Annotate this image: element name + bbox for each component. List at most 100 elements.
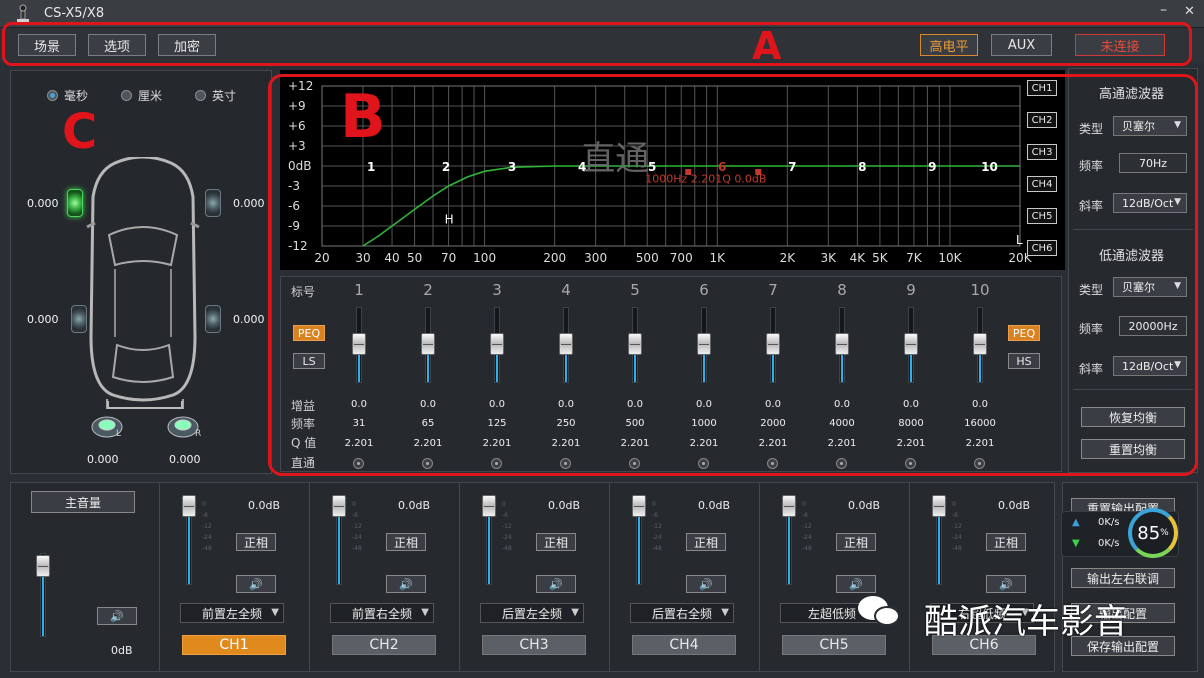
tick-label: -6 [202, 512, 208, 519]
chevron-down-icon: ▼ [571, 607, 579, 618]
phase-button[interactable]: 正相 [986, 533, 1026, 551]
mute-button[interactable]: 🔊 [836, 575, 876, 593]
channel-db: 0.0dB [848, 499, 881, 512]
unit-radio-cm[interactable]: 厘米 [121, 87, 162, 104]
mute-button[interactable]: 🔊 [686, 575, 726, 593]
speaker-icon: 🔊 [110, 609, 124, 623]
tick-label: 0 [652, 501, 656, 508]
tick-label: -6 [352, 512, 358, 519]
mute-button[interactable]: 🔊 [236, 575, 276, 593]
channel-select-ch4[interactable]: CH4 [632, 635, 736, 655]
channel-type-value: 后置左全频 [501, 606, 562, 621]
front-right-speaker-icon[interactable] [205, 189, 221, 217]
net-percent: 85 [1137, 522, 1161, 544]
tick-label: -12 [502, 523, 512, 530]
sub-left-tag: L [116, 429, 122, 439]
mute-button[interactable]: 🔊 [386, 575, 426, 593]
speaker-icon: 🔊 [699, 577, 713, 591]
volume-ticks: 0 -6 -12 -24 -48 [802, 499, 816, 554]
chevron-down-icon: ▼ [271, 607, 279, 618]
master-mute-button[interactable]: 🔊 [97, 607, 137, 625]
channel-select-ch3[interactable]: CH3 [482, 635, 586, 655]
rear-right-speaker-icon[interactable] [205, 305, 221, 333]
unit-label: 厘米 [138, 89, 163, 103]
channel-volume-knob[interactable] [182, 495, 196, 517]
tick-label: -12 [352, 523, 362, 530]
radio-dot [121, 90, 132, 101]
slider-fill [938, 512, 940, 584]
slider-fill [338, 512, 340, 584]
mute-button[interactable]: 🔊 [986, 575, 1026, 593]
tick-label: -48 [502, 545, 512, 552]
unit-label: 毫秒 [64, 89, 89, 103]
delay-rear-right: 0.000 [233, 313, 265, 326]
channel-db: 0.0dB [998, 499, 1031, 512]
delay-sub-right: 0.000 [169, 453, 201, 466]
mute-button[interactable]: 🔊 [536, 575, 576, 593]
rear-left-speaker-icon[interactable] [71, 305, 87, 333]
volume-ticks: 0 -6 -12 -24 -48 [652, 499, 666, 554]
link-lr-button[interactable]: 输出左右联调 [1071, 568, 1175, 588]
delay-front-left: 0.000 [27, 197, 59, 210]
channel-volume-knob[interactable] [782, 495, 796, 517]
phase-button[interactable]: 正相 [836, 533, 876, 551]
tick-label: -48 [802, 545, 812, 552]
watermark-text: 酷派汽车影音 [924, 602, 1128, 642]
chevron-down-icon: ▼ [421, 607, 429, 618]
sub-connector [107, 401, 183, 409]
car-outline-icon [86, 157, 200, 402]
app-title: CS-X5/X8 [44, 6, 105, 21]
channel-db: 0.0dB [248, 499, 281, 512]
delay-panel: 毫秒 厘米 英寸 0.000 0.000 0.000 0.000 L R 0.0… [10, 70, 272, 474]
front-left-speaker-icon[interactable] [67, 189, 83, 217]
delay-rear-left: 0.000 [27, 313, 59, 326]
tick-label: -24 [202, 534, 212, 541]
channel-strip: 0 -6 -12 -24 -48 0.0dB 正相 🔊 后置左全频 ▼ CH3 [459, 483, 609, 671]
channel-volume-knob[interactable] [932, 495, 946, 517]
slider-fill [638, 512, 640, 584]
channel-type-select[interactable]: 前置右全频 ▼ [330, 603, 434, 623]
channel-volume-knob[interactable] [482, 495, 496, 517]
tick-label: -6 [502, 512, 508, 519]
channel-select-ch5[interactable]: CH5 [782, 635, 886, 655]
tick-label: 0 [952, 501, 956, 508]
master-volume-knob[interactable] [36, 555, 50, 577]
speaker-icon: 🔊 [249, 577, 263, 591]
channel-type-select[interactable]: 后置左全频 ▼ [480, 603, 584, 623]
phase-button[interactable]: 正相 [236, 533, 276, 551]
tick-label: -24 [502, 534, 512, 541]
app-window: CS-X5/X8 – ✕ 场景 选项 加密 高电平 AUX 未连接 毫秒 厘米 … [0, 0, 1204, 678]
unit-radio-inch[interactable]: 英寸 [195, 87, 236, 104]
channel-type-select[interactable]: 后置右全频 ▼ [630, 603, 734, 623]
channel-db: 0.0dB [548, 499, 581, 512]
minimize-button[interactable]: – [1160, 2, 1167, 18]
net-down: 0K/s [1098, 538, 1120, 549]
channel-db: 0.0dB [698, 499, 731, 512]
tick-label: -12 [952, 523, 962, 530]
phase-button[interactable]: 正相 [686, 533, 726, 551]
close-button[interactable]: ✕ [1184, 4, 1195, 19]
slider-fill [788, 512, 790, 584]
channel-volume-knob[interactable] [332, 495, 346, 517]
arrow-up-icon: ▲ [1072, 517, 1080, 528]
chevron-down-icon: ▼ [721, 607, 729, 618]
delay-front-right: 0.000 [233, 197, 265, 210]
volume-ticks: 0 -6 -12 -24 -48 [202, 499, 216, 554]
arrow-down-icon: ▼ [1072, 538, 1080, 549]
channel-type-value: 后置右全频 [651, 606, 712, 621]
channel-strip: 0 -6 -12 -24 -48 0.0dB 正相 🔊 前置左全频 ▼ CH1 [159, 483, 309, 671]
master-volume-button[interactable]: 主音量 [31, 491, 135, 513]
slider-fill [488, 512, 490, 584]
annotation-c: C [62, 104, 98, 160]
channel-volume-knob[interactable] [632, 495, 646, 517]
channel-type-select[interactable]: 前置左全频 ▼ [180, 603, 284, 623]
phase-button[interactable]: 正相 [386, 533, 426, 551]
tick-label: -12 [202, 523, 212, 530]
slider-fill [188, 512, 190, 584]
unit-radio-ms[interactable]: 毫秒 [47, 87, 88, 104]
channel-select-ch1[interactable]: CH1 [182, 635, 286, 655]
phase-button[interactable]: 正相 [536, 533, 576, 551]
channel-strip: 0-6-12-24-48 0.0dB 正相 🔊 左超低频▼ CH5 [759, 483, 909, 671]
channel-select-ch2[interactable]: CH2 [332, 635, 436, 655]
net-up: 0K/s [1098, 517, 1120, 528]
